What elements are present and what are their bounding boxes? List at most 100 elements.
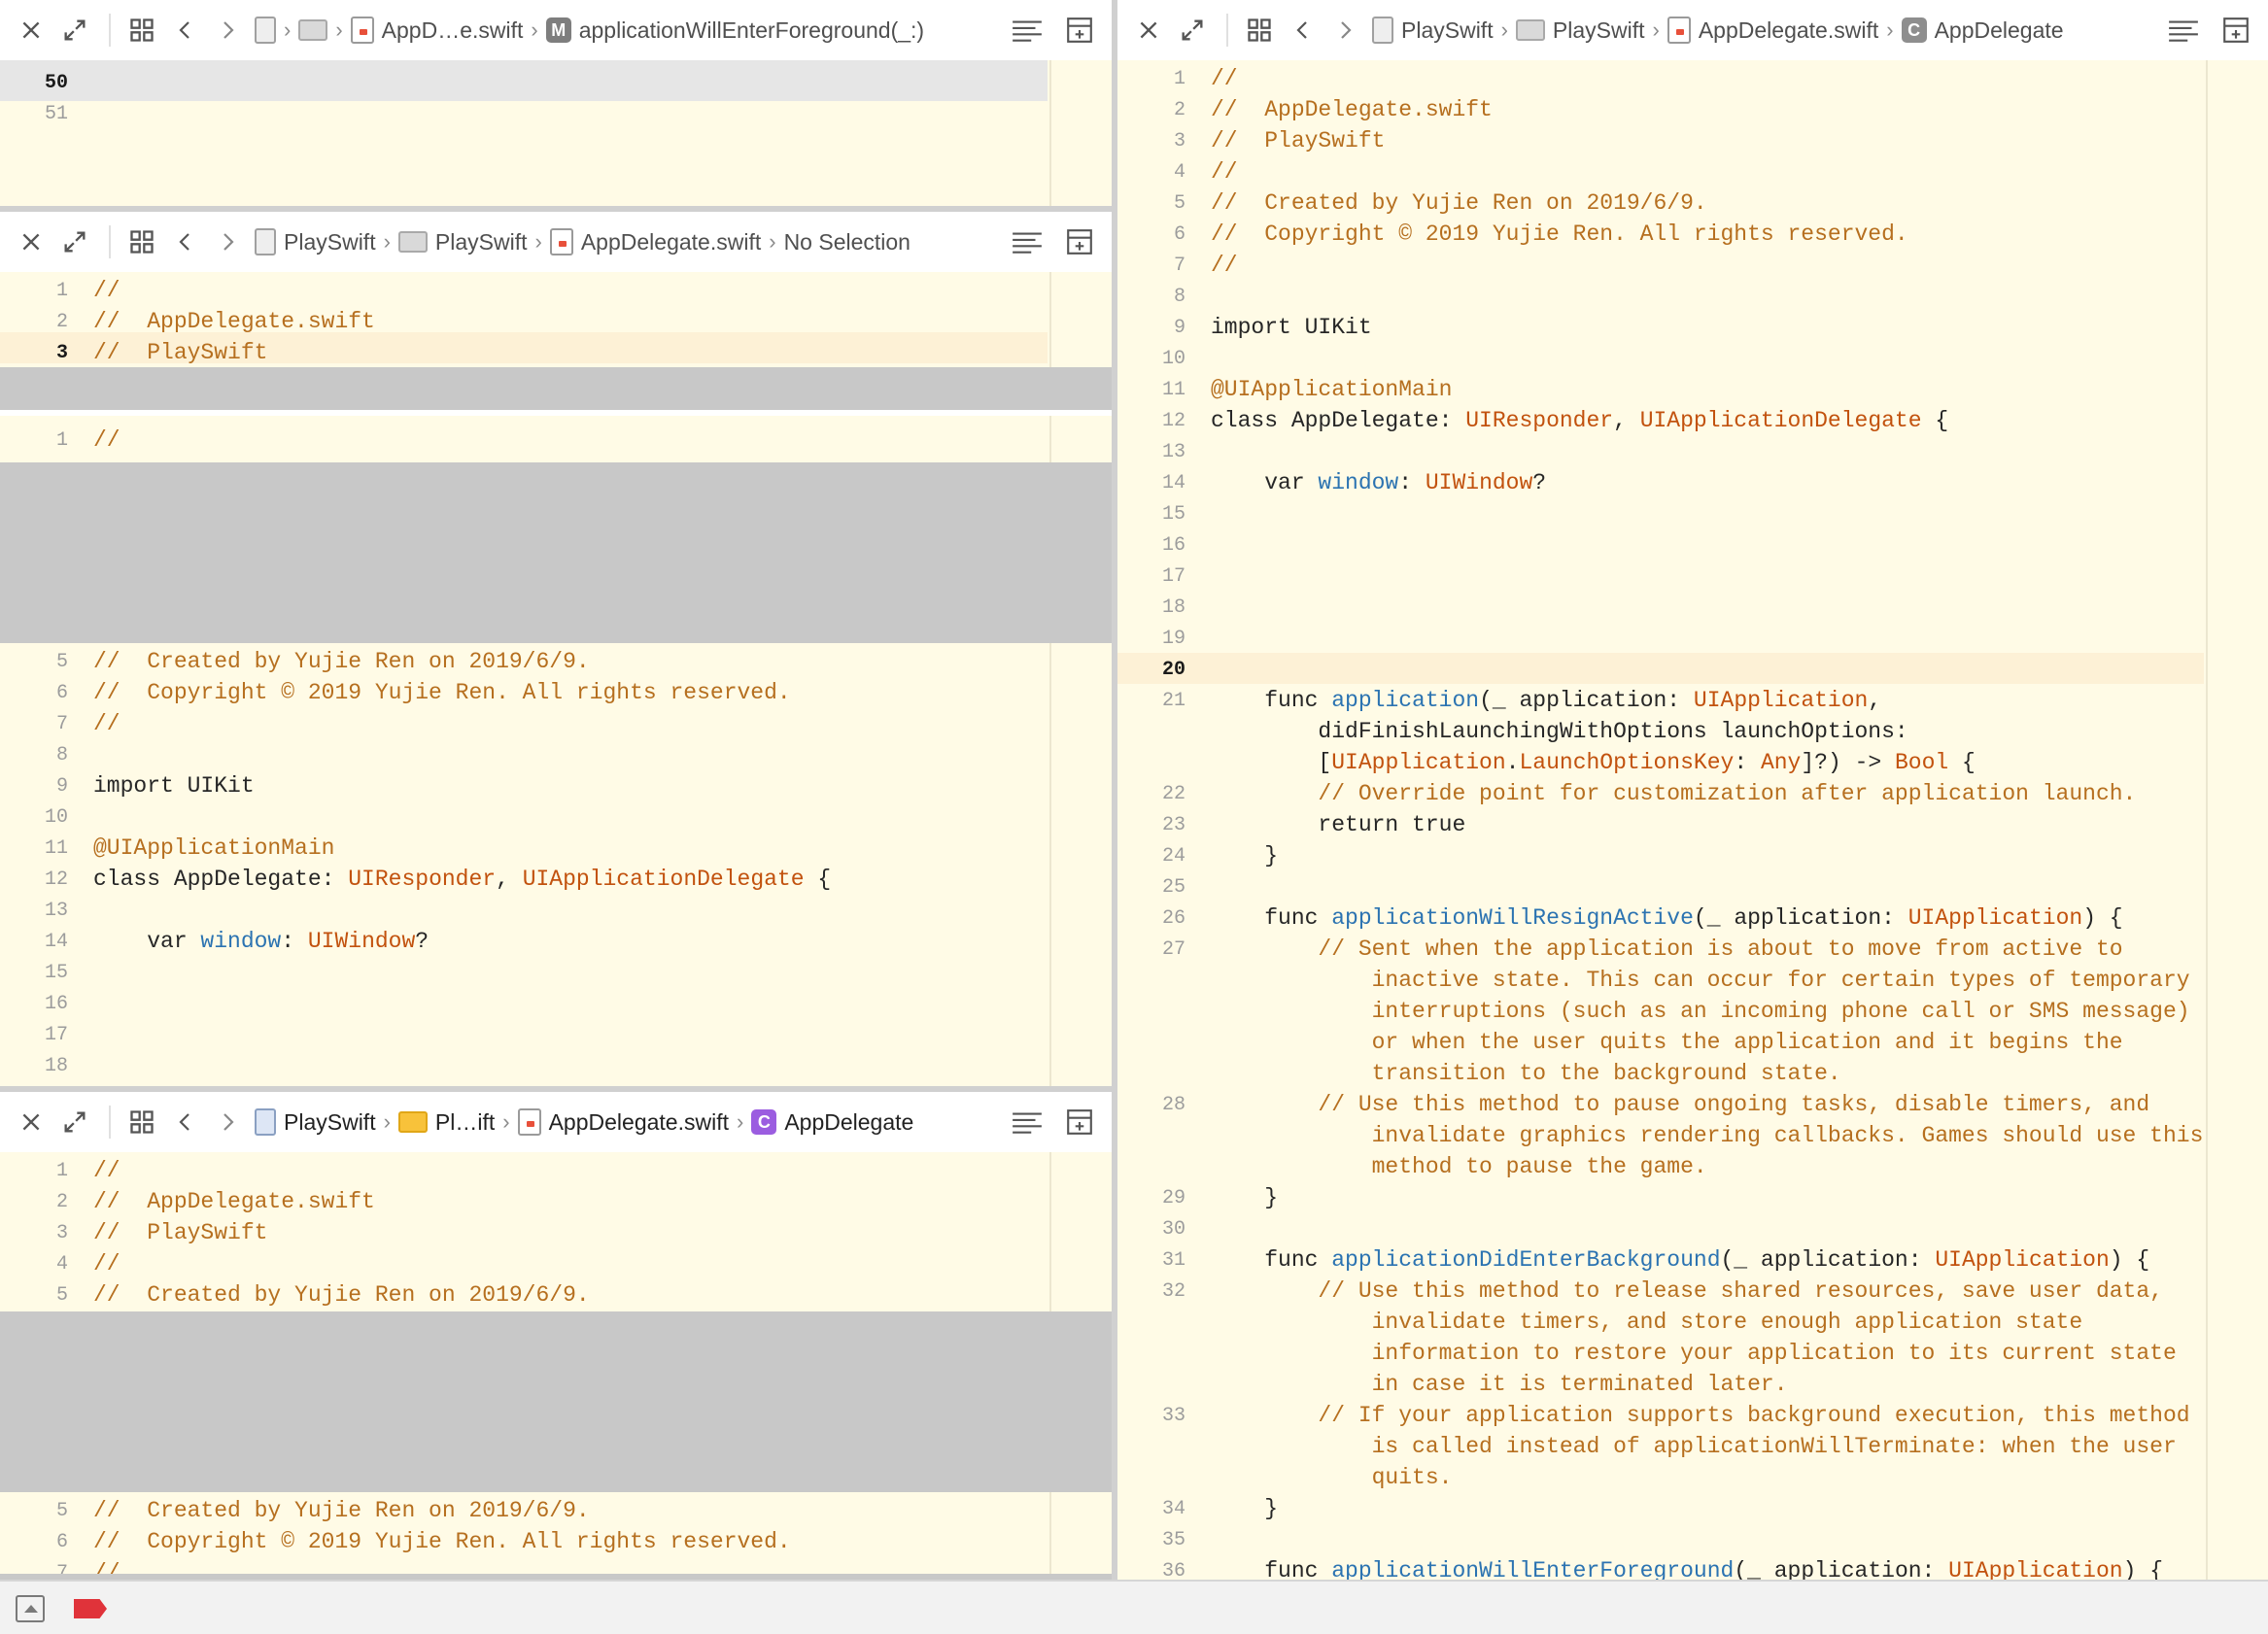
editor-options-button[interactable]: [2155, 11, 2212, 50]
add-editor-button[interactable]: [1055, 1103, 1104, 1141]
breadcrumb-project[interactable]: PlaySwift: [255, 1108, 376, 1136]
code-line: // PlaySwift: [93, 1220, 268, 1245]
line-number: 7: [1173, 255, 1186, 277]
chevron-left-icon: [174, 230, 197, 254]
go-forward-button[interactable]: [208, 222, 247, 261]
go-back-button[interactable]: [163, 1103, 208, 1141]
code-editor[interactable]: 1 2 3 4 5 6 7 8 9 10 11 12 13 14 15 16 1…: [1117, 60, 2268, 1580]
code-line: @UIApplicationMain: [93, 835, 335, 861]
breadcrumb-project[interactable]: PlaySwift: [1372, 17, 1494, 44]
breadcrumb-symbol[interactable]: MapplicationWillEnterForeground(_:): [545, 17, 924, 44]
code-editor[interactable]: 5 6 7 // Created by Yujie Ren on 2019/6/…: [0, 1492, 1112, 1574]
related-items-button[interactable]: [120, 11, 163, 50]
breadcrumb-group[interactable]: Pl…ift: [397, 1109, 495, 1136]
editor-pane-fragment: 1 //: [0, 416, 1112, 462]
add-editor-icon: [1065, 1107, 1094, 1137]
code-token: ,: [1613, 408, 1640, 433]
close-editor-button[interactable]: [1129, 11, 1168, 50]
breadcrumb-file[interactable]: AppDelegate.swift: [549, 228, 761, 255]
breadcrumb-group[interactable]: PlaySwift: [1515, 17, 1645, 44]
breadcrumb-file[interactable]: AppD…e.swift: [350, 17, 523, 44]
keyword: class: [93, 867, 161, 892]
minimap[interactable]: [1049, 416, 1112, 462]
minimap[interactable]: [1049, 272, 1112, 367]
line-number: 50: [44, 72, 68, 94]
line-number: 2: [55, 311, 68, 333]
code-line: import UIKit: [1211, 315, 1372, 340]
empty-area: [0, 1311, 1112, 1492]
line-number: 32: [1161, 1280, 1186, 1303]
line-number: 3: [1173, 130, 1186, 153]
add-editor-button[interactable]: [1055, 11, 1104, 50]
editor-options-button[interactable]: [999, 1103, 1055, 1141]
go-back-button[interactable]: [163, 222, 208, 261]
type-token: UIApplicationDelegate: [522, 867, 805, 892]
editor-options-button[interactable]: [999, 222, 1055, 261]
go-back-button[interactable]: [163, 11, 208, 50]
code-line: //: [1211, 253, 1238, 278]
close-editor-button[interactable]: [12, 1103, 51, 1141]
add-editor-button[interactable]: [1055, 222, 1104, 261]
code-editor[interactable]: 1 2 3 // // AppDelegate.swift // PlaySwi…: [0, 272, 1112, 367]
divider: [109, 1106, 111, 1139]
line-number: 17: [1161, 565, 1186, 588]
code-editor[interactable]: 5 6 7 8 9 10 11 12 13 14 15 16 17 18 // …: [0, 643, 1112, 1086]
hide-debug-area-icon[interactable]: [16, 1595, 45, 1622]
minimap[interactable]: [1049, 60, 1112, 206]
code-editor[interactable]: 1 2 3 4 5 // // AppDelegate.swift // Pla…: [0, 1152, 1112, 1311]
type-token: UIApplicationDelegate: [1639, 408, 1922, 433]
breadcrumb: PlaySwift › Pl…ift › AppDelegate.swift ›…: [255, 1108, 999, 1136]
related-items-button[interactable]: [120, 1103, 163, 1141]
add-editor-button[interactable]: [2212, 11, 2260, 50]
line-number: 10: [1161, 348, 1186, 370]
close-editor-button[interactable]: [12, 11, 51, 50]
code-editor[interactable]: 1 //: [0, 416, 1112, 462]
expand-icon: [61, 1108, 88, 1136]
go-forward-button[interactable]: [1325, 11, 1364, 50]
close-editor-button[interactable]: [12, 222, 51, 261]
code-line: @UIApplicationMain: [1211, 377, 1453, 402]
line-number: 36: [1161, 1560, 1186, 1580]
minimap[interactable]: [2206, 60, 2268, 1580]
breadcrumb-file[interactable]: AppDelegate.swift: [1667, 17, 1878, 44]
breadcrumb-project[interactable]: PlaySwift: [255, 228, 376, 255]
go-forward-button[interactable]: [208, 1103, 247, 1141]
line-number: 27: [1161, 938, 1186, 961]
code-editor[interactable]: 50 51: [0, 60, 1112, 206]
chevron-right-icon: [216, 1110, 239, 1134]
code-line: // Copyright © 2019 Yujie Ren. All right…: [93, 680, 791, 705]
keyword: class: [1211, 408, 1279, 433]
chevron-left-icon: [174, 1110, 197, 1134]
breadcrumb-symbol[interactable]: No Selection: [784, 229, 911, 255]
breadcrumb-group[interactable]: [298, 19, 328, 41]
function-name: applicationWillEnterForeground: [1331, 1558, 1735, 1580]
divider: [1226, 14, 1228, 47]
minimap[interactable]: [1049, 1152, 1112, 1311]
maximize-editor-button[interactable]: [1168, 11, 1217, 50]
jump-bar: PlaySwift › Pl…ift › AppDelegate.swift ›…: [0, 1092, 1112, 1154]
minimap[interactable]: [1049, 643, 1112, 1086]
breadcrumb-symbol[interactable]: C AppDelegate: [751, 1109, 913, 1136]
type-token: UIApplication: [1693, 688, 1869, 713]
maximize-editor-button[interactable]: [51, 222, 99, 261]
code-line: quits.: [1211, 1465, 1453, 1490]
minimap[interactable]: [1049, 1492, 1112, 1574]
maximize-editor-button[interactable]: [51, 11, 99, 50]
related-items-button[interactable]: [120, 222, 163, 261]
related-items-button[interactable]: [1238, 11, 1281, 50]
breadcrumb-file[interactable]: AppDelegate.swift: [517, 1108, 729, 1136]
maximize-editor-button[interactable]: [51, 1103, 99, 1141]
go-forward-button[interactable]: [208, 11, 247, 50]
code-line: // PlaySwift: [93, 340, 268, 365]
editor-pane-second: PlaySwift › PlaySwift › AppDelegate.swif…: [0, 212, 1112, 367]
breakpoints-toggle-icon[interactable]: [74, 1599, 107, 1618]
line-number: 5: [1173, 192, 1186, 215]
code-line: // Use this method to pause ongoing task…: [1211, 1092, 2150, 1117]
breadcrumb-group[interactable]: PlaySwift: [397, 229, 528, 255]
breadcrumb-symbol[interactable]: C AppDelegate: [1901, 17, 2064, 44]
editor-options-button[interactable]: [999, 11, 1055, 50]
go-back-button[interactable]: [1281, 11, 1325, 50]
breadcrumb-project[interactable]: [255, 17, 276, 44]
code-line: // AppDelegate.swift: [93, 1189, 375, 1214]
keyword: return: [1211, 812, 1399, 837]
